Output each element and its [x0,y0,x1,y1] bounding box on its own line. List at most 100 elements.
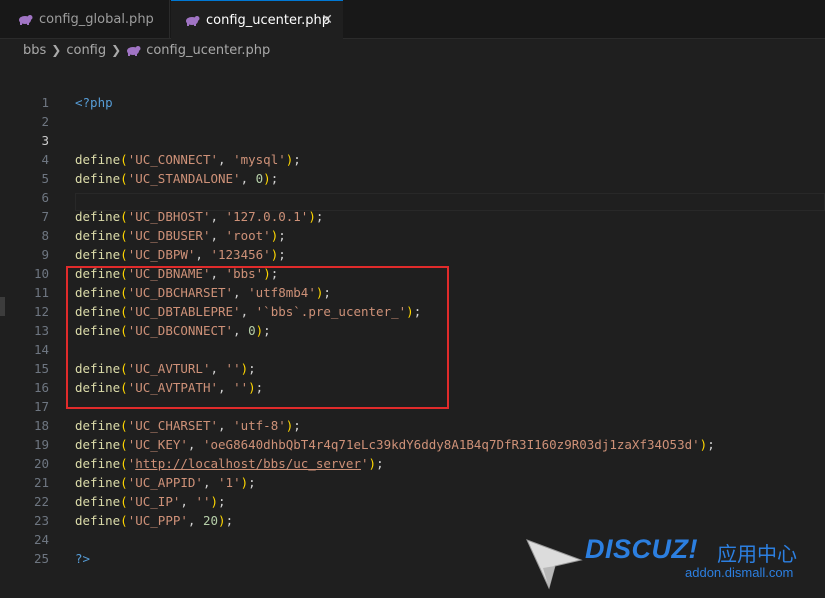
discuz-logo-text: DISCUZ! [585,534,698,564]
line-number: 13 [33,323,49,338]
code-line[interactable]: 8 define('UC_DBUSER', 'root'); [0,226,825,245]
code-token: ( [120,456,128,471]
code-token: ( [120,209,128,224]
code-token: ( [120,380,128,395]
code-line[interactable]: 22 define('UC_IP', ''); [0,492,825,511]
code-token: ; [278,247,286,262]
php-elephant-icon [127,45,141,56]
code-line[interactable]: 7 define('UC_DBHOST', '127.0.0.1'); [0,207,825,226]
breadcrumb-item-config[interactable]: config [66,43,106,58]
code-token: <?php [75,95,113,110]
code-token: define [75,380,121,395]
code-line[interactable]: 15 define('UC_AVTURL', ''); [0,359,825,378]
code-token: define [75,285,121,300]
code-token: 'utf-8' [233,418,286,433]
code-token: ; [255,380,264,395]
line-number: 23 [33,513,49,528]
close-icon[interactable]: ✕ [321,12,333,28]
code-token: , [233,323,249,338]
code-line[interactable]: 17 [0,397,825,416]
code-token: ) [240,475,249,490]
code-text: define('http://localhost/bbs/uc_server')… [75,454,384,473]
app-center-text: 应用中心 [717,542,797,566]
code-line[interactable]: 4 define('UC_CONNECT', 'mysql'); [0,150,825,169]
line-number: 21 [33,475,49,490]
tab-bar: config_global.php config_ucenter.php ✕ [0,0,825,39]
code-line[interactable]: 5 define('UC_STANDALONE', 0); [0,169,825,188]
tab-config-global[interactable]: config_global.php [0,0,170,38]
code-line[interactable]: 12 define('UC_DBTABLEPRE', '`bbs`.pre_uce… [0,302,825,321]
code-line[interactable]: 18 define('UC_CHARSET', 'utf-8'); [0,416,825,435]
code-text: define('UC_DBHOST', '127.0.0.1'); [75,207,323,226]
code-token: ( [120,247,128,262]
code-line[interactable]: 20 define('http://localhost/bbs/uc_server… [0,454,825,473]
code-token: ; [376,456,384,471]
code-line[interactable]: 14 [0,340,825,359]
code-token: ) [263,266,271,281]
code-token: 'UC_APPID' [127,475,203,490]
code-token: 0 [248,323,256,338]
code-line[interactable]: 9 define('UC_DBPW', '123456'); [0,245,825,264]
code-token: 'mysql' [233,152,286,167]
code-line[interactable]: 16 define('UC_AVTPATH', ''); [0,378,825,397]
code-text: define('UC_KEY', 'oeG8640dhbQbT4r4q71eLc… [75,435,715,454]
php-elephant-icon [186,15,200,26]
code-token: , [210,228,226,243]
code-text: define('UC_DBCONNECT', 0); [75,321,271,340]
line-number: 22 [33,494,49,509]
code-token: ; [315,209,324,224]
code-token: '123456' [210,247,271,262]
code-token: ( [120,361,128,376]
code-token: 20 [202,513,219,528]
tab-config-ucenter[interactable]: config_ucenter.php ✕ [171,0,343,39]
code-line[interactable]: 3 [0,131,825,150]
line-number: 7 [41,209,49,224]
code-token: 'UC_CHARSET' [127,418,218,433]
code-line[interactable]: 10 define('UC_DBNAME', 'bbs'); [0,264,825,283]
line-number: 9 [41,247,49,262]
breadcrumb-item-file[interactable]: config_ucenter.php [146,43,270,58]
code-line[interactable]: 1 <?php [0,93,825,112]
code-token: ( [120,171,128,186]
code-token: define [75,456,121,471]
code-token: '' [195,494,211,509]
code-token: , [210,209,226,224]
code-line[interactable]: 11 define('UC_DBCHARSET', 'utf8mb4'); [0,283,825,302]
code-token: ?> [75,551,91,566]
code-line[interactable]: 21 define('UC_APPID', '1'); [0,473,825,492]
line-number: 15 [33,361,49,376]
code-text: ?> [75,549,90,568]
code-token: ( [120,228,128,243]
line-number: 5 [41,171,49,186]
code-token: ; [263,323,271,338]
code-token: ; [270,171,279,186]
code-text: define('UC_IP', ''); [75,492,226,511]
code-line[interactable]: 2 [0,112,825,131]
code-token: ( [120,418,128,433]
code-line[interactable]: 13 define('UC_DBCONNECT', 0); [0,321,825,340]
code-line[interactable]: 19 define('UC_KEY', 'oeG8640dhbQbT4r4q71e… [0,435,825,454]
line-number: 25 [33,551,49,566]
code-token: 'UC_DBTABLEPRE' [127,304,241,319]
code-token: ) [368,456,377,471]
code-token: 'utf8mb4' [248,285,316,300]
code-token: define [75,418,121,433]
code-token: '' [225,361,241,376]
breadcrumb-item-bbs[interactable]: bbs [23,43,46,58]
code-token: 'UC_DBUSER' [127,228,211,243]
code-token: , [218,418,234,433]
code-token: define [75,209,121,224]
code-token: 'bbs' [225,266,264,281]
code-text: define('UC_AVTURL', ''); [75,359,256,378]
code-text: define('UC_AVTPATH', ''); [75,378,263,397]
code-token: 'UC_KEY' [127,437,188,452]
code-token: 'UC_DBPW' [127,247,196,262]
code-editor[interactable]: 1 <?php 2 3 4 define('UC_CONNECT', 'mysql'); 5… [0,62,825,598]
code-line[interactable]: 6 [0,188,825,207]
code-text: <?php [75,93,113,112]
line-number: 18 [33,418,49,433]
code-token: ; [707,437,715,452]
code-line[interactable]: 23 define('UC_PPP', 20); [0,511,825,530]
code-token: 'UC_PPP' [127,513,188,528]
code-token: 'UC_IP' [127,494,181,509]
